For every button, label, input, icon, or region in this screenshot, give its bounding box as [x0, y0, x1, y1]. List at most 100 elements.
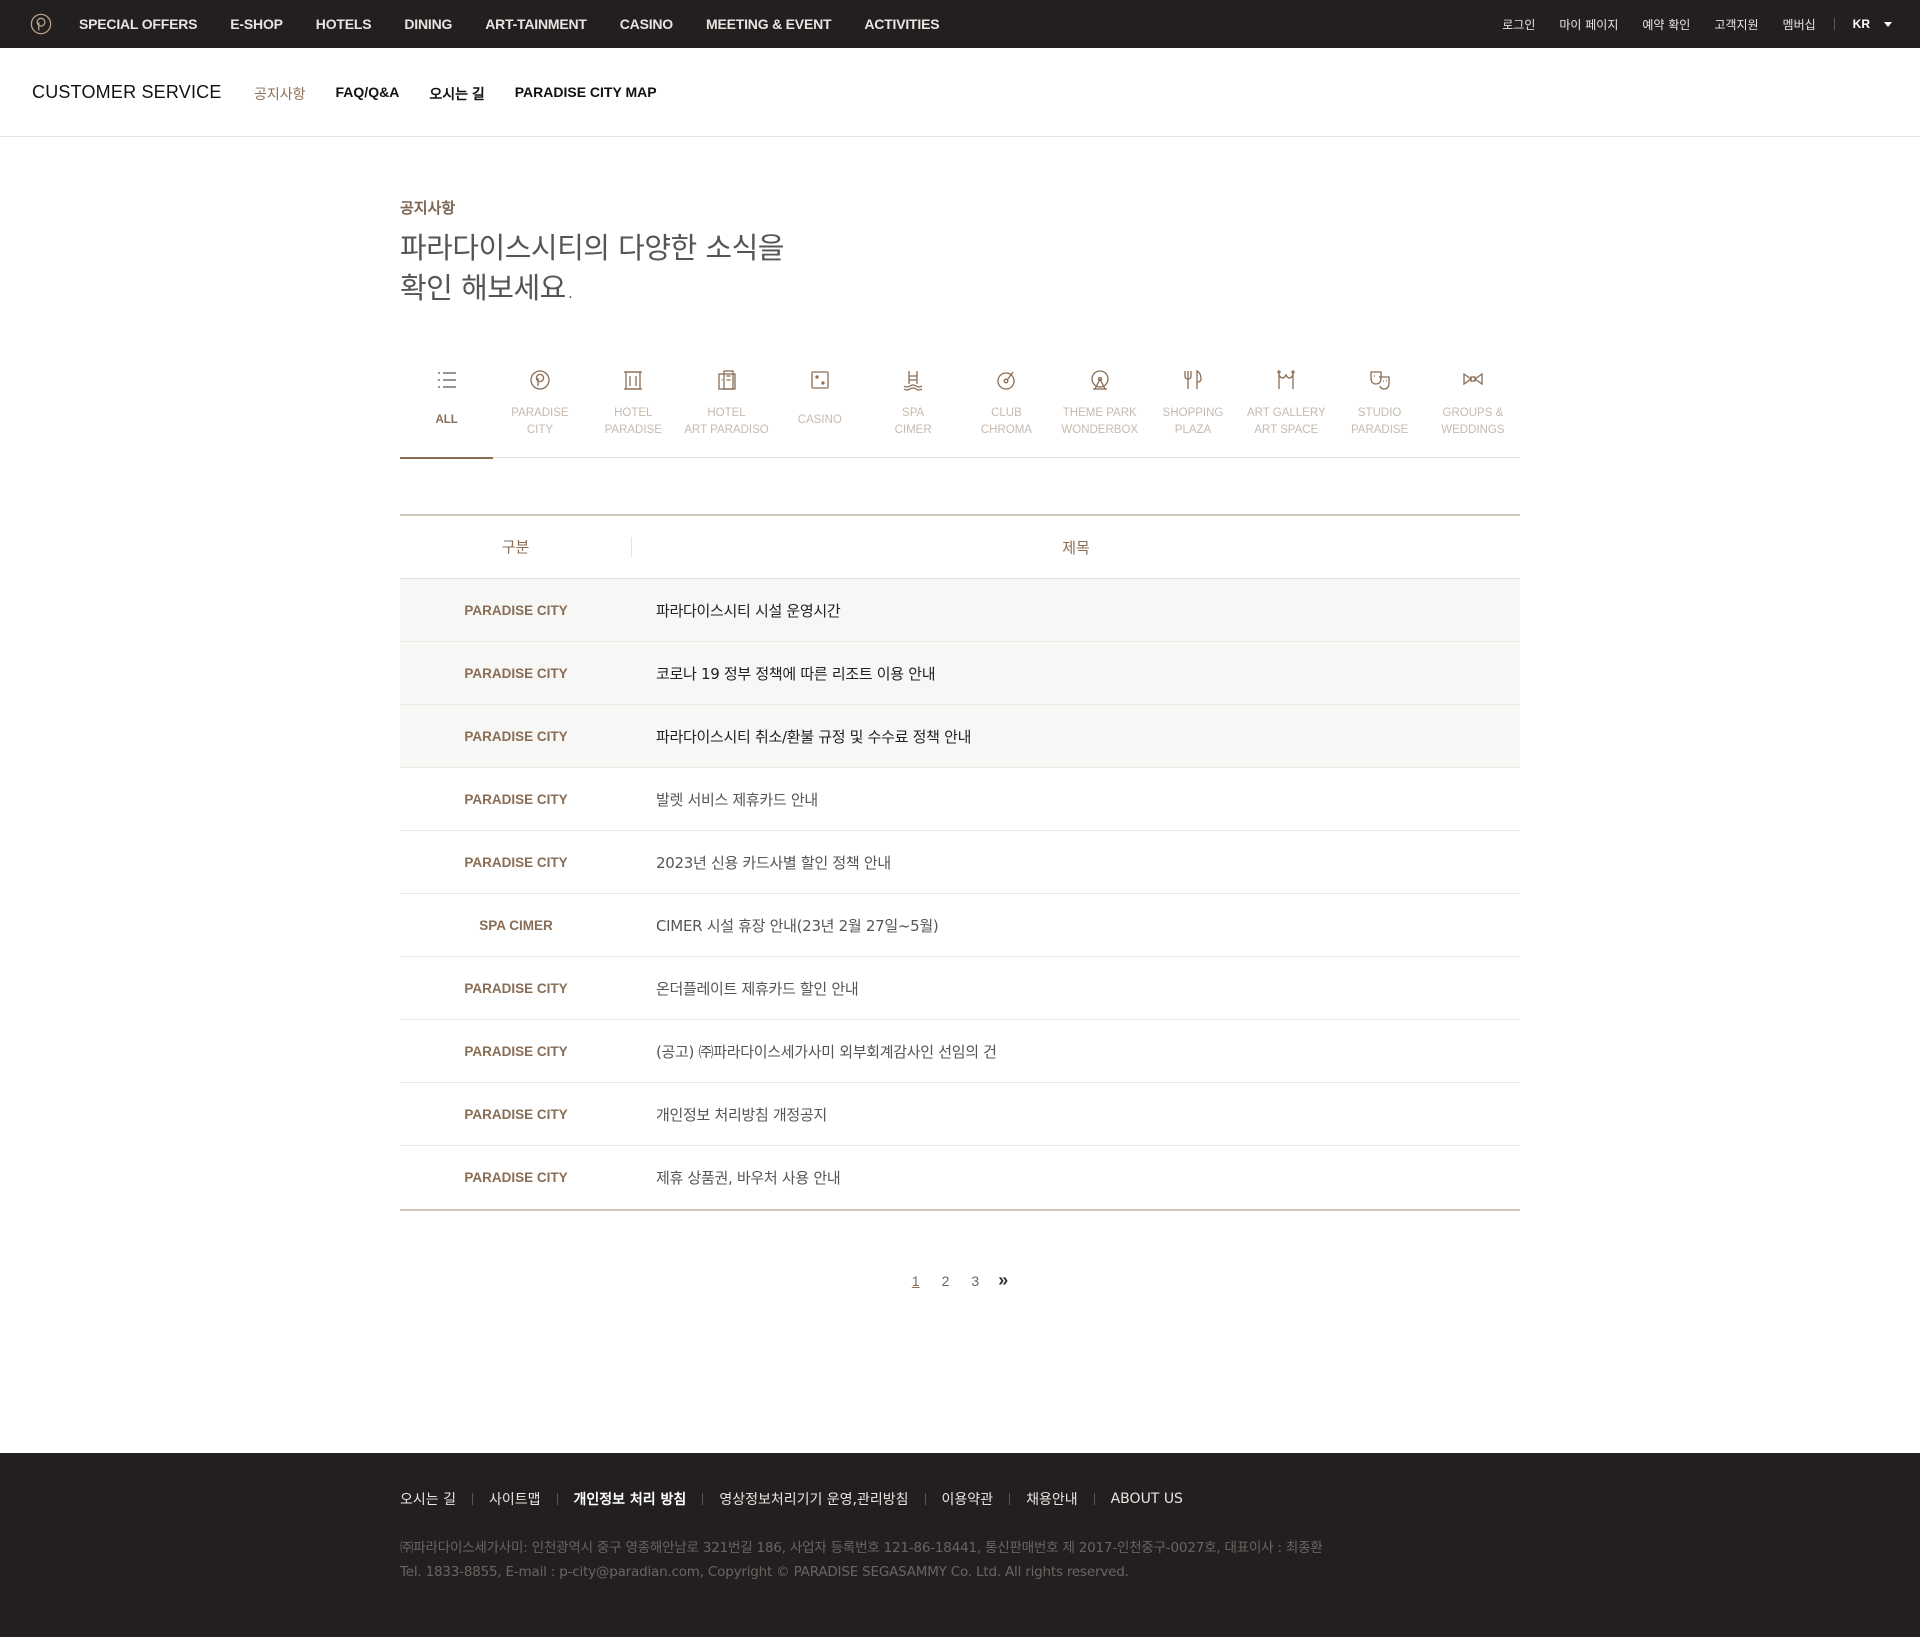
table-row[interactable]: PARADISE CITY 개인정보 처리방침 개정공지: [400, 1083, 1520, 1146]
dice-icon: [811, 371, 829, 389]
table-row[interactable]: PARADISE CITY 제휴 상품권, 바우처 사용 안내: [400, 1146, 1520, 1209]
menu-art-tainment[interactable]: ART-TAINMENT: [485, 16, 587, 32]
category-art-space[interactable]: ART GALLERY ART SPACE: [1240, 360, 1333, 458]
footer-link-privacy[interactable]: 개인정보 처리 방침: [574, 1489, 687, 1509]
theater-masks-icon: [1369, 371, 1390, 390]
footer-divider: [702, 1493, 704, 1505]
next-page-icon[interactable]: »: [998, 1270, 1008, 1291]
category-groups-weddings[interactable]: GROUPS & WEDDINGS: [1426, 360, 1519, 458]
table-header: 구분 제목: [400, 516, 1520, 579]
paradise-logo[interactable]: [30, 13, 52, 35]
footer: 오시는 길 사이트맵 개인정보 처리 방침 영상정보처리기기 운영,관리방침 이…: [0, 1453, 1920, 1637]
row-title[interactable]: 파라다이스시티 시설 운영시간: [632, 600, 1520, 621]
page-title-line-1: 파라다이스시티의 다양한 소식을: [400, 231, 784, 265]
menu-dining[interactable]: DINING: [404, 16, 452, 32]
table-row[interactable]: PARADISE CITY 파라다이스시티 시설 운영시간: [400, 579, 1520, 642]
category-label: HOTEL ART PARADISO: [680, 405, 773, 439]
table-row[interactable]: PARADISE CITY 파라다이스시티 취소/환불 규정 및 수수료 정책 …: [400, 705, 1520, 768]
menu-e-shop[interactable]: E-SHOP: [230, 16, 283, 32]
menu-activities[interactable]: ACTIVITIES: [864, 16, 939, 32]
row-category: PARADISE CITY: [464, 1043, 568, 1059]
row-title[interactable]: 코로나 19 정부 정책에 따른 리조트 이용 안내: [632, 663, 1520, 684]
footer-link-terms[interactable]: 이용약관: [942, 1489, 994, 1509]
row-title[interactable]: 제휴 상품권, 바우처 사용 안내: [632, 1167, 1520, 1188]
footer-divider: [1093, 1493, 1095, 1505]
my-page-link[interactable]: 마이 페이지: [1559, 16, 1618, 33]
tab-notice[interactable]: 공지사항: [254, 84, 306, 104]
menu-hotels[interactable]: HOTELS: [316, 16, 372, 32]
tab-directions[interactable]: 오시는 길: [429, 84, 484, 104]
menu-special-offers[interactable]: SPECIAL OFFERS: [79, 16, 197, 32]
row-category: PARADISE CITY: [464, 854, 568, 870]
company-info-line-1: ㈜파라다이스세가사미: 인천광역시 중구 영종해안남로 321번길 186, 사…: [400, 1540, 1323, 1556]
category-label-line-2: PLAZA: [1174, 424, 1212, 436]
main-menu: SPECIAL OFFERS E-SHOP HOTELS DINING ART-…: [79, 0, 972, 48]
row-category: PARADISE CITY: [464, 1170, 568, 1185]
category-label: ALL: [435, 414, 458, 426]
tab-city-map[interactable]: PARADISE CITY MAP: [515, 84, 657, 104]
footer-link-directions[interactable]: 오시는 길: [400, 1489, 456, 1509]
category-label-line-2: ART PARADISO: [684, 424, 769, 436]
footer-link-careers[interactable]: 채용안내: [1026, 1489, 1078, 1509]
category-shopping-plaza[interactable]: SHOPPING PLAZA: [1146, 360, 1239, 458]
row-title[interactable]: 온더플레이트 제휴카드 할인 안내: [632, 978, 1520, 999]
page-3-link[interactable]: 3: [971, 1273, 979, 1289]
category-wonderbox[interactable]: THEME PARK WONDERBOX: [1053, 360, 1146, 458]
row-title[interactable]: 발렛 서비스 제휴카드 안내: [632, 789, 1520, 810]
category-hotel-paradise[interactable]: HOTEL PARADISE: [587, 360, 680, 458]
page-category-label: 공지사항: [400, 199, 456, 217]
row-title[interactable]: CIMER 시설 휴장 안내(23년 2월 27일~5월): [632, 915, 1520, 936]
category-hotel-art-paradiso[interactable]: HOTEL ART PARADISO: [680, 360, 773, 458]
table-row[interactable]: SPA CIMER CIMER 시설 휴장 안내(23년 2월 27일~5월): [400, 894, 1520, 957]
category-label-line-2: CIMER: [894, 424, 932, 436]
menu-meeting-event[interactable]: MEETING & EVENT: [706, 16, 832, 32]
reservation-check-link[interactable]: 예약 확인: [1642, 16, 1690, 33]
membership-link[interactable]: 멤버십: [1783, 16, 1816, 33]
category-all[interactable]: ALL: [400, 360, 494, 459]
category-label: SPA CIMER: [866, 405, 959, 439]
row-title[interactable]: 개인정보 처리방침 개정공지: [632, 1104, 1520, 1125]
category-casino[interactable]: CASINO: [773, 360, 866, 458]
row-title[interactable]: 2023년 신용 카드사별 할인 정책 안내: [632, 852, 1520, 873]
category-label: HOTEL PARADISE: [587, 405, 680, 439]
category-label: STUDIO PARADISE: [1333, 405, 1426, 439]
row-title[interactable]: (공고) ㈜파라다이스세가사미 외부회계감사인 선임의 건: [632, 1041, 1520, 1062]
footer-nav: 오시는 길 사이트맵 개인정보 처리 방침 영상정보처리기기 운영,관리방침 이…: [400, 1489, 1183, 1509]
chevron-down-icon: [1884, 21, 1892, 27]
footer-link-sitemap[interactable]: 사이트맵: [489, 1489, 541, 1509]
page-2-link[interactable]: 2: [942, 1273, 950, 1289]
footer-divider: [924, 1493, 926, 1505]
company-info: ㈜파라다이스세가사미: 인천광역시 중구 영종해안남로 321번길 186, 사…: [400, 1536, 1323, 1584]
tab-faq[interactable]: FAQ/Q&A: [336, 84, 400, 104]
table-row[interactable]: PARADISE CITY 발렛 서비스 제휴카드 안내: [400, 768, 1520, 831]
company-info-line-2: Tel. 1833-8855, E-mail : p-city@paradian…: [400, 1564, 1129, 1580]
footer-link-about[interactable]: ABOUT US: [1111, 1491, 1183, 1507]
table-row[interactable]: PARADISE CITY (공고) ㈜파라다이스세가사미 외부회계감사인 선임…: [400, 1020, 1520, 1083]
language-select[interactable]: KR: [1853, 17, 1892, 31]
language-label: KR: [1852, 17, 1870, 31]
row-category: PARADISE CITY: [464, 791, 568, 807]
row-category: PARADISE CITY: [464, 1106, 568, 1122]
table-row[interactable]: PARADISE CITY 온더플레이트 제휴카드 할인 안내: [400, 957, 1520, 1020]
category-filter: ALL PARADISE CITY HOTEL PARADISE HOTEL ART …: [400, 360, 1520, 459]
category-label: CASINO: [797, 414, 842, 426]
customer-support-link[interactable]: 고객지원: [1714, 16, 1758, 33]
footer-link-cctv-policy[interactable]: 영상정보처리기기 운영,관리방침: [719, 1489, 908, 1509]
hotel-building-icon: [624, 371, 643, 390]
category-club-chroma[interactable]: CLUB CHROMA: [960, 360, 1053, 458]
category-label-line-2: PARADISE: [604, 424, 662, 436]
table-row[interactable]: PARADISE CITY 코로나 19 정부 정책에 따른 리조트 이용 안내: [400, 642, 1520, 705]
art-hotel-icon: [717, 370, 736, 390]
login-link[interactable]: 로그인: [1502, 16, 1535, 33]
category-label-line-1: THEME PARK: [1062, 407, 1137, 419]
page-title-line-2: 확인 해보세요.: [400, 271, 575, 305]
category-label-line-1: HOTEL: [707, 407, 746, 419]
table-row[interactable]: PARADISE CITY 2023년 신용 카드사별 할인 정책 안내: [400, 831, 1520, 894]
category-label-line-1: SPA: [902, 407, 925, 419]
menu-casino[interactable]: CASINO: [620, 16, 673, 32]
category-paradise-city[interactable]: PARADISE CITY: [493, 360, 586, 458]
category-studio-paradise[interactable]: STUDIO PARADISE: [1333, 360, 1426, 458]
category-spa-cimer[interactable]: SPA CIMER: [866, 360, 959, 458]
row-title[interactable]: 파라다이스시티 취소/환불 규정 및 수수료 정책 안내: [632, 726, 1520, 747]
page-1-link[interactable]: 1: [912, 1273, 920, 1289]
